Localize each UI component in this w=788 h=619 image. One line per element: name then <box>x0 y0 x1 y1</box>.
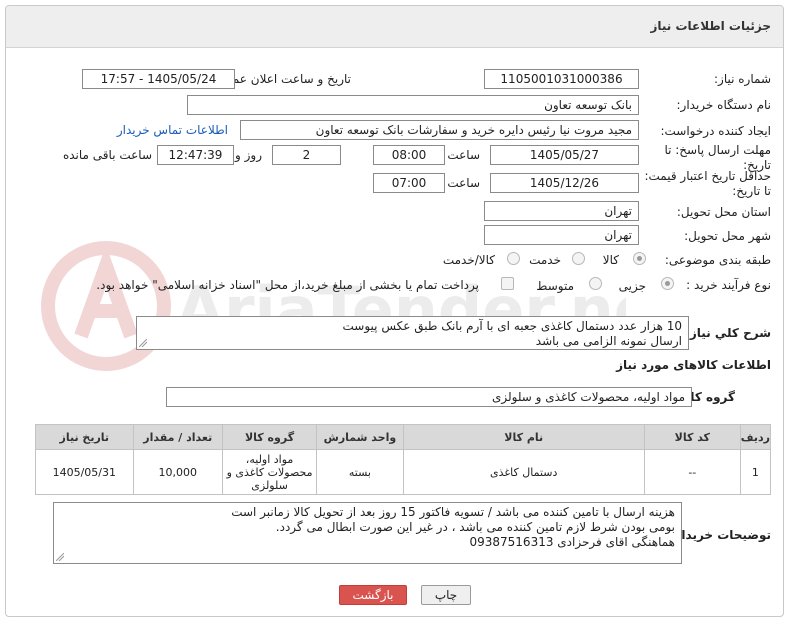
delivery-city-label: شهر محل تحویل: <box>684 229 771 243</box>
col-header-code: کد کالا <box>643 424 741 450</box>
goods-group-field: مواد اولیه، محصولات کاغذی و سلولزی <box>166 387 692 407</box>
col-header-group: گروه کالا <box>221 424 318 450</box>
col-header-date: تاریخ نیاز <box>35 424 134 450</box>
category-radio-goods-service[interactable] <box>507 252 520 265</box>
buyer-org-field: بانک توسعه تعاون <box>187 95 639 115</box>
col-header-name: نام کالا <box>402 424 645 450</box>
price-validity-label-line2: تا تاریخ: <box>732 184 771 198</box>
category-option-service: خدمت <box>529 253 561 267</box>
resize-grip-icon[interactable] <box>56 553 64 561</box>
buyer-notes-line-1: هزینه ارسال با تامین کننده می باشد / تسو… <box>231 505 675 519</box>
process-radio-medium[interactable] <box>589 277 602 290</box>
col-header-qty: تعداد / مقدار <box>132 424 223 450</box>
price-validity-date-field: 1405/12/26 <box>490 173 639 193</box>
col-header-unit: واحد شمارش <box>316 424 404 450</box>
process-option-minor: جزیی <box>618 279 646 293</box>
description-label: شرح کلي نياز: <box>685 326 771 340</box>
print-button[interactable]: چاپ <box>421 585 471 605</box>
reply-days-field: 2 <box>272 145 341 165</box>
delivery-province-field: تهران <box>484 201 639 221</box>
price-validity-label-line1: حداقل تاریخ اعتبار قیمت: <box>644 169 771 183</box>
col-header-row: ردیف <box>739 424 772 450</box>
requester-label: ایجاد کننده درخواست: <box>660 124 771 138</box>
category-label: طبقه بندی موضوعی: <box>664 253 771 267</box>
description-line-1: 10 هزار عدد دستمال کاغذی جعبه ای با آرم … <box>342 319 683 333</box>
category-option-goods: کالا <box>602 253 619 267</box>
cell-group-line-1: مواد اولیه، <box>245 452 294 466</box>
delivery-city-field: تهران <box>484 225 639 245</box>
reply-deadline-label-line1: مهلت ارسال پاسخ: تا <box>664 143 771 157</box>
panel-header: جزئیات اطلاعات نیاز <box>6 6 783 48</box>
price-validity-time-field: 07:00 <box>373 173 445 193</box>
purchase-process-label: نوع فرآیند خرید : <box>686 278 771 292</box>
items-table-header: ردیف کد کالا نام کالا واحد شمارش گروه کا… <box>35 424 772 450</box>
process-radio-minor[interactable] <box>661 277 674 290</box>
buyer-contact-link[interactable]: اطلاعات تماس خریدار <box>117 123 228 137</box>
reply-deadline-time-label: ساعت <box>447 148 480 162</box>
cell-code: -- <box>643 449 741 495</box>
buyer-org-label: نام دستگاه خریدار: <box>676 98 772 112</box>
announce-datetime-field: 1405/05/24 - 17:57 <box>82 69 235 89</box>
cell-name: دستمال کاغذی <box>402 449 645 495</box>
remaining-time-label: ساعت باقی مانده <box>62 148 152 162</box>
category-option-goods-service: کالا/خدمت <box>442 253 495 267</box>
buyer-notes-label: توضیحات خریدار: <box>669 528 771 542</box>
process-option-medium: متوسط <box>536 279 574 293</box>
cell-group-line-2: محصولات کاغذی و <box>226 465 313 479</box>
panel-title: جزئیات اطلاعات نیاز <box>650 19 771 33</box>
treasury-checkbox[interactable] <box>501 277 514 290</box>
buyer-notes-line-3: هماهنگی اقای فرحزادی 09387516313 <box>469 535 675 549</box>
reply-days-label: روز و <box>235 148 262 162</box>
goods-section-title: اطلاعات کالاهای مورد نیاز <box>616 358 771 372</box>
category-radio-goods[interactable] <box>633 252 646 265</box>
table-row: 1 -- دستمال کاغذی بسته مواد اولیه، محصول… <box>35 449 772 495</box>
need-number-field: 1105001031000386 <box>484 69 639 89</box>
back-button[interactable]: بازگشت <box>339 585 407 605</box>
reply-deadline-time-field: 08:00 <box>373 145 445 165</box>
need-number-label: شماره نیاز: <box>714 72 771 86</box>
reply-deadline-date-field: 1405/05/27 <box>490 145 639 165</box>
cell-qty: 10,000 <box>132 449 223 495</box>
remaining-time-field: 12:47:39 <box>157 145 234 165</box>
need-details-panel: جزئیات اطلاعات نیاز AriaTender.neT شماره… <box>5 5 784 617</box>
description-textarea[interactable]: 10 هزار عدد دستمال کاغذی جعبه ای با آرم … <box>136 316 689 350</box>
requester-field: مجید مروت نیا رئیس دایره خرید و سفارشات … <box>240 120 639 140</box>
price-validity-time-label: ساعت <box>447 176 480 190</box>
cell-unit: بسته <box>316 449 404 495</box>
delivery-province-label: استان محل تحویل: <box>676 205 771 219</box>
category-radio-service[interactable] <box>572 252 585 265</box>
resize-grip-icon[interactable] <box>139 339 147 347</box>
buyer-notes-line-2: بومی بودن شرط لازم تامین کننده می باشد ،… <box>275 520 675 534</box>
cell-row: 1 <box>739 449 772 495</box>
cell-group-line-3: سلولزی <box>251 478 288 492</box>
treasury-note: پرداخت تمام یا بخشی از مبلغ خرید،از محل … <box>96 278 479 292</box>
buyer-notes-textarea[interactable]: هزینه ارسال با تامین کننده می باشد / تسو… <box>53 502 682 564</box>
items-table: ردیف کد کالا نام کالا واحد شمارش گروه کا… <box>35 424 772 495</box>
description-line-2: ارسال نمونه الزامی می باشد <box>535 334 682 348</box>
cell-group: مواد اولیه، محصولات کاغذی و سلولزی <box>221 449 318 495</box>
cell-date: 1405/05/31 <box>35 449 134 495</box>
